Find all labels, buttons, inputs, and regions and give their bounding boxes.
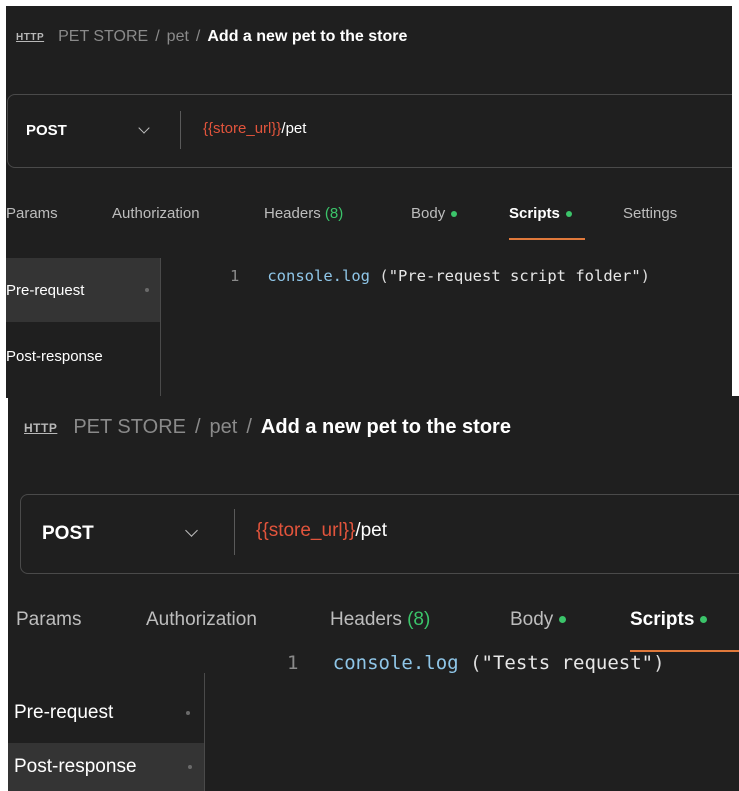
breadcrumb-separator: / — [194, 416, 201, 438]
status-dot — [700, 616, 708, 624]
breadcrumb-separator: / — [195, 28, 201, 45]
tab-body-label: Body — [411, 205, 446, 222]
status-dot — [188, 765, 192, 769]
url-input[interactable]: {{store_url}}/pet — [203, 120, 306, 137]
breadcrumb-collection[interactable]: PET STORE — [73, 416, 186, 439]
breadcrumb: HTTP PET STORE / pet / Add a new pet to … — [24, 416, 511, 439]
tab-body[interactable]: Body — [510, 609, 567, 631]
line-number: 1 — [230, 267, 240, 285]
breadcrumb-folder[interactable]: pet — [210, 416, 238, 439]
sidebar-item-pre-request[interactable]: Pre-request — [8, 686, 204, 740]
breadcrumb-separator: / — [246, 416, 252, 438]
url-divider — [234, 509, 235, 555]
tab-headers[interactable]: Headers (8) — [264, 205, 343, 222]
sidebar-item-label: Post-response — [6, 347, 103, 365]
chevron-down-icon[interactable] — [185, 524, 198, 537]
sidebar-item-pre-request[interactable]: Pre-request — [6, 258, 160, 322]
tab-headers-label: Headers — [330, 609, 402, 630]
code-string: "Tests request" — [481, 652, 654, 674]
code-paren-open: ( — [470, 652, 482, 674]
request-panel-top: HTTP PET STORE / pet / Add a new pet to … — [6, 6, 732, 398]
tab-headers[interactable]: Headers (8) — [330, 609, 430, 631]
page-title[interactable]: Add a new pet to the store — [261, 416, 511, 439]
url-bar: POST {{store_url}}/pet — [20, 494, 739, 574]
tab-authorization[interactable]: Authorization — [146, 609, 257, 631]
code-editor-line[interactable]: 1 console.log ("Pre-request script folde… — [230, 267, 650, 285]
headers-count: (8) — [407, 609, 431, 630]
tab-scripts-label: Scripts — [509, 205, 560, 222]
code-paren-close: ) — [653, 652, 665, 674]
page-title[interactable]: Add a new pet to the store — [207, 28, 407, 46]
tab-body[interactable]: Body — [411, 205, 458, 222]
code-string: "Pre-request script folder" — [388, 267, 641, 285]
url-divider — [180, 111, 181, 149]
line-number: 1 — [287, 652, 299, 674]
url-variable: {{store_url}} — [256, 520, 356, 541]
status-dot — [451, 211, 458, 218]
tab-settings[interactable]: Settings — [623, 205, 677, 222]
tab-authorization[interactable]: Authorization — [112, 205, 200, 222]
http-icon: HTTP — [16, 31, 45, 43]
method-select[interactable]: POST — [26, 122, 67, 139]
method-select[interactable]: POST — [42, 523, 94, 545]
tab-scripts[interactable]: Scripts — [630, 609, 708, 631]
status-dot — [565, 211, 572, 218]
code-identifier: console.log — [332, 652, 459, 674]
code-paren-close: ) — [640, 267, 650, 285]
sidebar-item-post-response[interactable]: Post-response — [6, 324, 160, 388]
code-paren-open: ( — [379, 267, 389, 285]
status-dot — [145, 288, 149, 292]
tab-params[interactable]: Params — [6, 205, 58, 222]
sidebar-item-label: Pre-request — [14, 702, 114, 723]
breadcrumb: HTTP PET STORE / pet / Add a new pet to … — [16, 28, 407, 46]
sidebar-divider — [204, 673, 205, 791]
tab-headers-label: Headers — [264, 205, 321, 222]
url-variable: {{store_url}} — [203, 120, 282, 137]
chevron-down-icon[interactable] — [138, 122, 150, 134]
active-tab-underline — [509, 238, 585, 240]
url-input[interactable]: {{store_url}}/pet — [256, 520, 387, 542]
sidebar-item-label: Post-response — [14, 756, 137, 777]
breadcrumb-collection[interactable]: PET STORE — [58, 28, 148, 46]
sidebar-item-post-response[interactable]: Post-response — [8, 743, 204, 791]
breadcrumb-separator: / — [155, 28, 160, 45]
tab-params[interactable]: Params — [16, 609, 81, 631]
tab-scripts[interactable]: Scripts — [509, 205, 572, 222]
tab-body-label: Body — [510, 609, 554, 630]
headers-count: (8) — [324, 205, 344, 222]
request-panel-bottom: HTTP PET STORE / pet / Add a new pet to … — [8, 396, 739, 791]
status-dot — [186, 711, 190, 715]
sidebar-divider — [160, 258, 161, 398]
breadcrumb-folder[interactable]: pet — [167, 28, 189, 46]
code-identifier: console.log — [267, 267, 370, 285]
url-path: /pet — [355, 520, 388, 541]
status-dot — [559, 616, 567, 624]
http-icon: HTTP — [24, 420, 58, 435]
sidebar-item-label: Pre-request — [6, 281, 85, 299]
code-editor-line[interactable]: 1 console.log ("Tests request") — [287, 652, 665, 674]
url-bar: POST {{store_url}}/pet — [7, 94, 732, 168]
tab-scripts-label: Scripts — [630, 609, 695, 630]
url-path: /pet — [281, 120, 307, 137]
